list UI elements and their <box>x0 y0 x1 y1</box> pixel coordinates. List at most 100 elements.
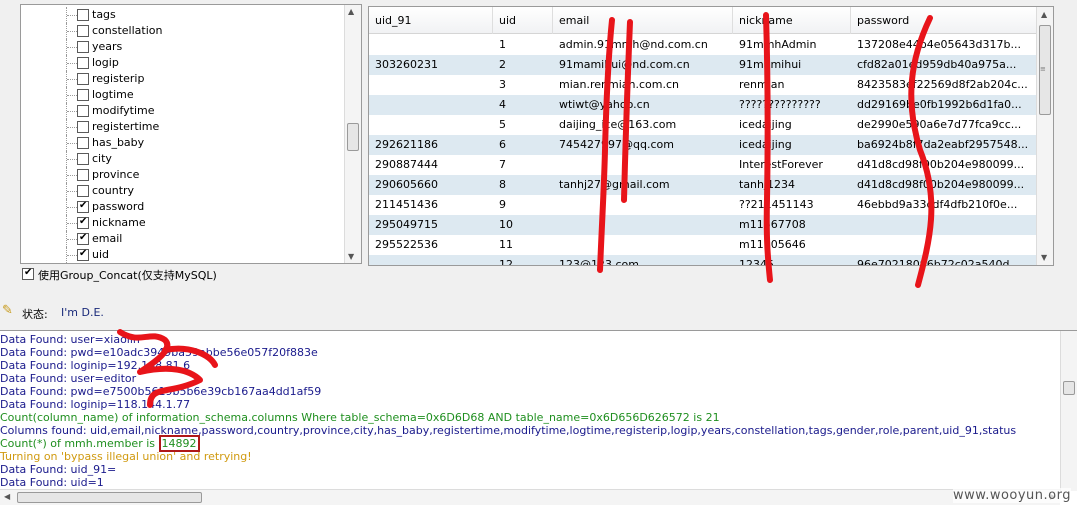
column-header-nickname[interactable]: nickname <box>733 7 851 34</box>
cell-email[interactable]: wtiwt@yahoo.cn <box>553 95 733 115</box>
cell-password[interactable]: d41d8cd98f00b204e980099... <box>851 155 1037 175</box>
column-header-uid[interactable]: uid <box>493 7 553 34</box>
log-panel[interactable]: Data Found: user=xiaolin Data Found: pwd=… <box>0 330 1077 505</box>
tree-item-logip[interactable]: logip <box>21 55 343 71</box>
tree-item-checkbox[interactable] <box>77 73 89 85</box>
tree-item-uid[interactable]: uid <box>21 247 343 263</box>
cell-password[interactable] <box>851 235 1037 255</box>
cell-uid[interactable]: 9 <box>493 195 553 215</box>
cell-nickname[interactable]: ??211451143 <box>733 195 851 215</box>
cell-nickname[interactable]: m11505646 <box>733 235 851 255</box>
cell-nickname[interactable]: m11567708 <box>733 215 851 235</box>
cell-uid-91[interactable]: 292621186 <box>369 135 493 155</box>
cell-uid-91[interactable]: 211451436 <box>369 195 493 215</box>
cell-uid-91[interactable] <box>369 75 493 95</box>
tree-item-checkbox[interactable] <box>77 216 89 229</box>
cell-uid[interactable]: 10 <box>493 215 553 235</box>
cell-nickname[interactable]: ?????????????? <box>733 95 851 115</box>
table-row[interactable]: 4 wtiwt@yahoo.cn?????????????? dd29169be0f… <box>369 95 1037 115</box>
cell-email[interactable] <box>553 155 733 175</box>
cell-uid-91[interactable]: 290887444 <box>369 155 493 175</box>
cell-nickname[interactable]: 12345 <box>733 255 851 265</box>
tree-item-city[interactable]: city <box>21 151 343 167</box>
tree-item-checkbox[interactable] <box>77 25 89 37</box>
tree-item-tags[interactable]: tags <box>21 7 343 23</box>
tree-item-checkbox[interactable] <box>77 89 89 101</box>
table-row[interactable]: 295049715 10 m11567708 <box>369 215 1037 235</box>
log-scroll-thumb[interactable] <box>1063 381 1075 395</box>
tree-scroll-thumb[interactable] <box>347 123 359 151</box>
cell-email[interactable]: tanhj27@gmail.com <box>553 175 733 195</box>
scroll-down-icon[interactable]: ▼ <box>348 252 354 261</box>
cell-password[interactable]: de2990e590a6e7d77fca9cc... <box>851 115 1037 135</box>
grid-scrollbar[interactable]: ▲ ≡ ▼ <box>1036 7 1053 265</box>
cell-nickname[interactable]: 91mamihui <box>733 55 851 75</box>
cell-uid-91[interactable]: 295522536 <box>369 235 493 255</box>
cell-password[interactable]: 46ebbd9a33cdf4dfb210f0e... <box>851 195 1037 215</box>
tree-item-checkbox[interactable] <box>77 153 89 165</box>
tree-item-modifytime[interactable]: modifytime <box>21 103 343 119</box>
cell-uid[interactable]: 12 <box>493 255 553 265</box>
table-row[interactable]: 3 mian.renmian.com.cn renmian 8423583ef2256… <box>369 75 1037 95</box>
tree-item-registertime[interactable]: registertime <box>21 119 343 135</box>
tree-item-checkbox[interactable] <box>77 185 89 197</box>
group-concat-checkbox[interactable] <box>22 267 34 280</box>
cell-nickname[interactable]: icedaijing <box>733 115 851 135</box>
tree-item-email[interactable]: email <box>21 231 343 247</box>
cell-password[interactable]: 137208e44b4e05643d317b... <box>851 35 1037 55</box>
tree-item-password[interactable]: password <box>21 199 343 215</box>
table-row[interactable]: 290887444 7 InterestForever d41d8cd98f00b20… <box>369 155 1037 175</box>
log-scrollbar[interactable] <box>1060 331 1077 491</box>
table-row[interactable]: 290605660 8 tanhj27@gmail.com tanhj1234 d41d… <box>369 175 1037 195</box>
cell-uid[interactable]: 2 <box>493 55 553 75</box>
tree-item-nickname[interactable]: nickname <box>21 215 343 231</box>
tree-item-registerip[interactable]: registerip <box>21 71 343 87</box>
tree-item-checkbox[interactable] <box>77 137 89 149</box>
table-row[interactable]: 12 123@123.com 12345 96e70218096b72c02a540d… <box>369 255 1037 265</box>
scroll-left-icon[interactable]: ◀ <box>4 492 10 501</box>
cell-nickname[interactable]: InterestForever <box>733 155 851 175</box>
tree-item-checkbox[interactable] <box>77 169 89 181</box>
cell-email[interactable]: mian.renmian.com.cn <box>553 75 733 95</box>
tree-item-years[interactable]: years <box>21 39 343 55</box>
tree-item-country[interactable]: country <box>21 183 343 199</box>
cell-password[interactable]: 96e70218096b72c02a540d... <box>851 255 1037 265</box>
table-row[interactable]: 211451436 9 ??211451143 46ebbd9a33cdf4dfb21… <box>369 195 1037 215</box>
cell-uid[interactable]: 3 <box>493 75 553 95</box>
tree-item-checkbox[interactable] <box>77 57 89 69</box>
cell-email[interactable]: 123@123.com <box>553 255 733 265</box>
cell-nickname[interactable]: renmian <box>733 75 851 95</box>
cell-password[interactable]: 8423583ef22569d8f2ab204c... <box>851 75 1037 95</box>
scroll-up-icon[interactable]: ▲ <box>1041 10 1047 19</box>
table-row[interactable]: 292621186 6 745427997@qq.com icedaijing ba69… <box>369 135 1037 155</box>
cell-uid-91[interactable] <box>369 35 493 55</box>
cell-email[interactable] <box>553 235 733 255</box>
cell-email[interactable]: 91mamihui@nd.com.cn <box>553 55 733 75</box>
cell-uid-91[interactable]: 295049715 <box>369 215 493 235</box>
cell-email[interactable] <box>553 215 733 235</box>
column-header-password[interactable]: password <box>851 7 1037 34</box>
column-header-email[interactable]: email <box>553 7 733 34</box>
tree-item-checkbox[interactable] <box>77 41 89 53</box>
log-hscroll-thumb[interactable] <box>17 492 202 503</box>
cell-uid[interactable]: 6 <box>493 135 553 155</box>
tree-item-checkbox[interactable] <box>77 121 89 133</box>
log-horizontal-scrollbar[interactable]: ◀ ▶ <box>0 489 1060 505</box>
cell-uid[interactable]: 4 <box>493 95 553 115</box>
cell-password[interactable] <box>851 215 1037 235</box>
cell-email[interactable]: 745427997@qq.com <box>553 135 733 155</box>
tree-item-checkbox[interactable] <box>77 9 89 21</box>
cell-email[interactable] <box>553 195 733 215</box>
cell-uid[interactable]: 7 <box>493 155 553 175</box>
cell-password[interactable]: cfd82a01ed959db40a975a... <box>851 55 1037 75</box>
table-row[interactable]: 295522536 11 m11505646 <box>369 235 1037 255</box>
cell-uid[interactable]: 8 <box>493 175 553 195</box>
cell-uid-91[interactable]: 290605660 <box>369 175 493 195</box>
table-row[interactable]: 5 daijing_ice@163.com icedaijing de2990e590… <box>369 115 1037 135</box>
cell-uid-91[interactable] <box>369 115 493 135</box>
cell-password[interactable]: dd29169be0fb1992b6d1fa0... <box>851 95 1037 115</box>
table-row[interactable]: 303260231 2 91mamihui@nd.com.cn 91mamihui cf… <box>369 55 1037 75</box>
tree-item-province[interactable]: province <box>21 167 343 183</box>
cell-uid-91[interactable] <box>369 255 493 265</box>
column-header-uid-91[interactable]: uid_91 <box>369 7 493 34</box>
